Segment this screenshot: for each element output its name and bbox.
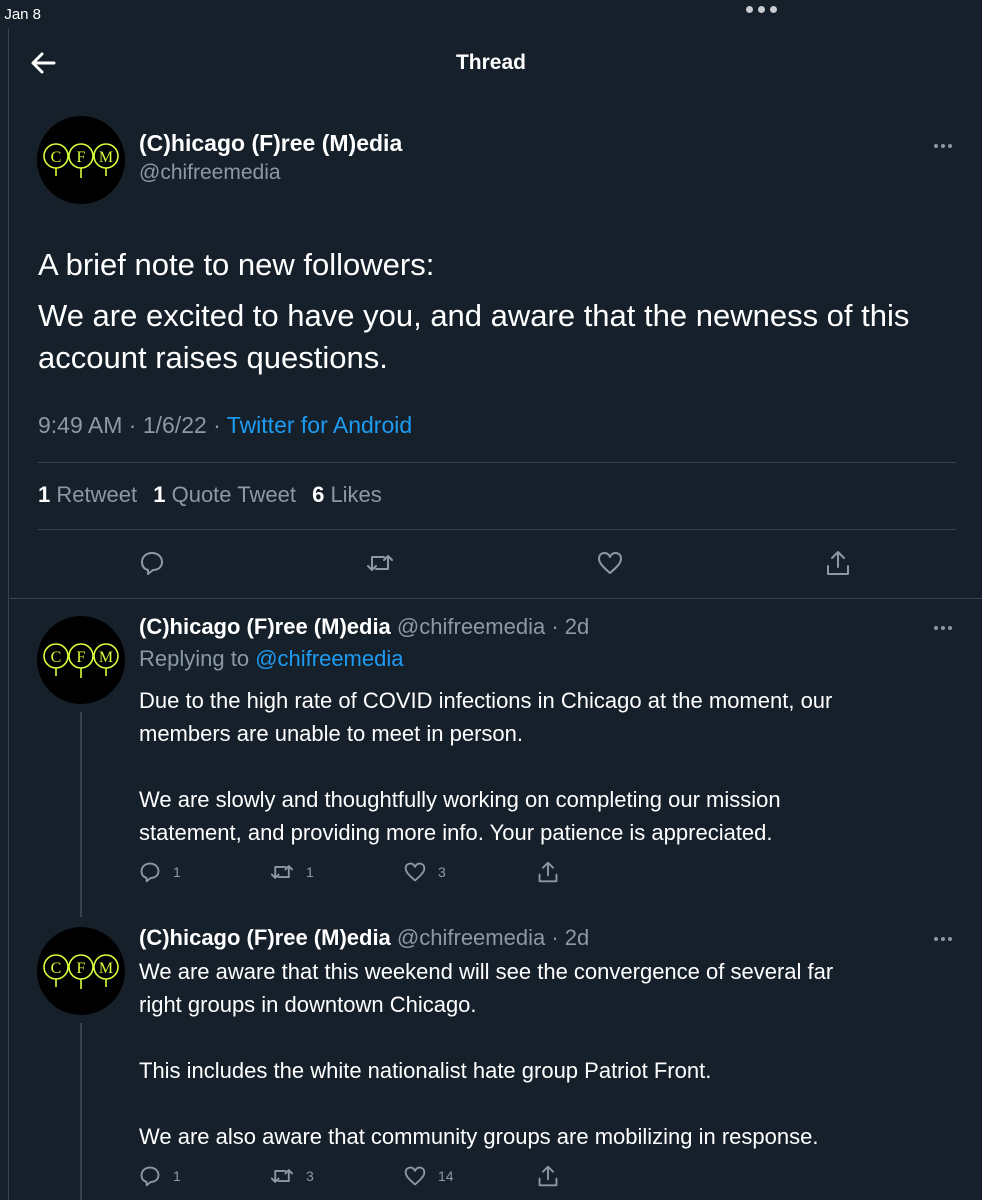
svg-text:C: C: [51, 649, 62, 666]
split-view-divider: [8, 28, 9, 1200]
author-handle[interactable]: @chifreemedia: [139, 161, 281, 185]
tweet-text-line: Due to the high rate of COVID infections…: [139, 688, 833, 713]
retweet-button[interactable]: 3: [270, 1165, 314, 1187]
reply-count: 1: [173, 864, 181, 880]
retweet-icon: [270, 865, 294, 879]
author-name[interactable]: (C)hicago (F)ree (M)edia: [139, 130, 402, 157]
author-handle-time[interactable]: @chifreemedia · 2d: [397, 925, 589, 950]
tweet-text-line: We are slowly and thoughtfully working o…: [139, 787, 781, 812]
more-icon[interactable]: [934, 626, 952, 630]
reply-count: 1: [173, 1168, 181, 1184]
retweet-count: 1: [306, 864, 314, 880]
tweet-text-line: We are excited to have you, and aware th…: [38, 298, 910, 333]
replying-to: Replying to @chifreemedia: [139, 646, 404, 671]
share-icon: [538, 861, 558, 883]
tweet-source-link[interactable]: Twitter for Android: [227, 412, 412, 438]
like-count: 3: [438, 864, 446, 880]
tweet-stats: 1 Retweet 1 Quote Tweet 6 Likes: [38, 482, 392, 508]
tweet-timestamp[interactable]: 9:49 AM · 1/6/22 ·: [38, 412, 227, 438]
more-icon[interactable]: [934, 937, 952, 941]
tweet-meta: 9:49 AM · 1/6/22 · Twitter for Android: [38, 412, 412, 439]
tweet-text-line: A brief note to new followers:: [38, 247, 435, 282]
reply-button[interactable]: 1: [139, 1165, 181, 1187]
like-button[interactable]: 14: [404, 1165, 454, 1187]
tweet-text-line: We are aware that this weekend will see …: [139, 959, 834, 984]
avatar[interactable]: C F M: [37, 616, 125, 704]
reply-icon[interactable]: [139, 550, 165, 576]
reply-author-line: (C)hicago (F)ree (M)edia @chifreemedia ·…: [139, 614, 589, 640]
reply-button[interactable]: 1: [139, 861, 181, 883]
author-name[interactable]: (C)hicago (F)ree (M)edia: [139, 925, 391, 950]
tweet-text-line: members are unable to meet in person.: [139, 721, 523, 746]
avatar[interactable]: C F M: [37, 116, 125, 204]
like-icon: [404, 1166, 426, 1186]
svg-text:F: F: [77, 960, 86, 977]
tweet-text-line: account raises questions.: [38, 340, 388, 375]
share-icon[interactable]: [825, 549, 851, 577]
retweet-count: 3: [306, 1168, 314, 1184]
status-time: t Jan 8: [0, 6, 42, 23]
avatar[interactable]: C F M: [37, 927, 125, 1015]
retweet-button[interactable]: 1: [270, 861, 314, 883]
reply-icon: [140, 1166, 160, 1187]
share-icon: [538, 1165, 558, 1187]
svg-text:M: M: [99, 649, 113, 666]
like-button[interactable]: 3: [404, 861, 446, 883]
replying-to-handle[interactable]: @chifreemedia: [255, 646, 403, 671]
share-button[interactable]: [537, 1164, 559, 1188]
tweet-text-line: statement, and providing more info. Your…: [139, 820, 773, 845]
reply-author-line: (C)hicago (F)ree (M)edia @chifreemedia ·…: [139, 925, 589, 951]
divider: [38, 529, 956, 530]
like-icon[interactable]: [597, 550, 623, 576]
thread-header: Thread: [0, 40, 982, 86]
author-handle-time[interactable]: @chifreemedia · 2d: [397, 614, 589, 639]
more-icon[interactable]: [934, 144, 952, 148]
share-button[interactable]: [537, 860, 559, 884]
status-bar: t Jan 8: [0, 0, 982, 28]
like-count: 14: [438, 1168, 454, 1184]
likes-stat[interactable]: 6 Likes: [312, 482, 382, 507]
quote-tweets-stat[interactable]: 1 Quote Tweet: [153, 482, 296, 507]
divider: [10, 598, 982, 599]
tweet-text-line: We are also aware that community groups …: [139, 1124, 819, 1149]
thread-connector: [80, 712, 82, 917]
svg-text:C: C: [51, 149, 62, 166]
tweet-text-line: This includes the white nationalist hate…: [139, 1058, 712, 1083]
multitask-dots-icon[interactable]: [746, 6, 777, 13]
page-title: Thread: [455, 51, 526, 74]
svg-text:F: F: [77, 149, 86, 166]
svg-text:F: F: [77, 649, 86, 666]
svg-text:C: C: [51, 960, 62, 977]
thread-connector: [80, 1023, 82, 1200]
retweets-stat[interactable]: 1 Retweet: [38, 482, 137, 507]
svg-text:M: M: [99, 960, 113, 977]
divider: [38, 462, 956, 463]
tweet-text-line: right groups in downtown Chicago.: [139, 992, 477, 1017]
retweet-icon: [270, 1169, 294, 1183]
author-name[interactable]: (C)hicago (F)ree (M)edia: [139, 614, 391, 639]
reply-icon: [140, 862, 160, 883]
retweet-icon[interactable]: [366, 550, 394, 576]
svg-text:M: M: [99, 149, 113, 166]
like-icon: [404, 862, 426, 882]
